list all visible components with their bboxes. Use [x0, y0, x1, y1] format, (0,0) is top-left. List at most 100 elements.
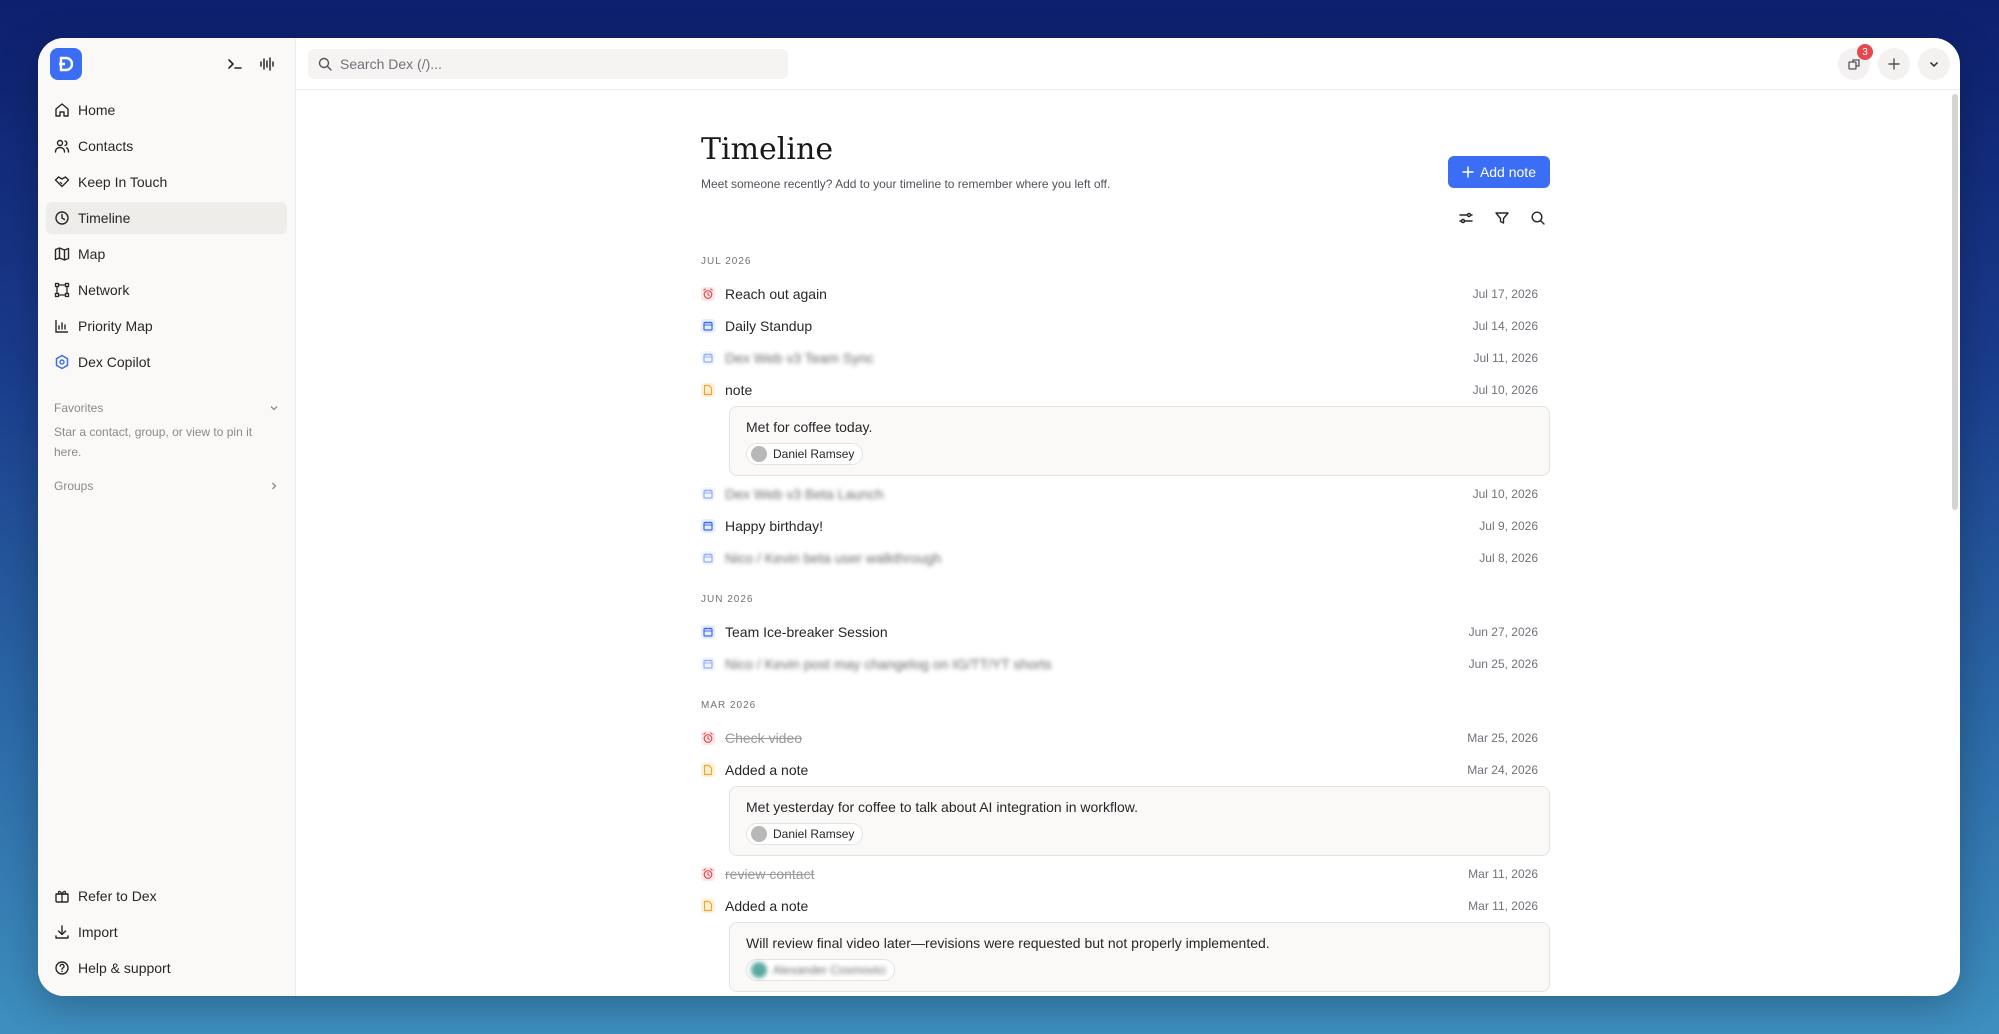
entry-title: Added a note [725, 898, 809, 914]
avatar [751, 446, 767, 462]
dex-logo[interactable] [50, 48, 82, 80]
timeline-entry[interactable]: Dex Web v3 Team Sync Jul 11, 2026 [701, 342, 1550, 374]
chevron-down-icon [270, 406, 278, 411]
add-note-button[interactable]: Add note [1447, 156, 1550, 188]
note-text: Will review final video later—revisions … [746, 935, 1270, 951]
calendar-icon [701, 551, 715, 565]
timeline-entry[interactable]: Reach out again Jul 17, 2026 [701, 278, 1550, 310]
home-icon [55, 103, 69, 117]
entry-date: Jun 27, 2026 [1468, 625, 1538, 639]
note-card[interactable]: Met yesterday for coffee to talk about A… [729, 786, 1550, 856]
nav-item-label: Network [78, 282, 130, 298]
notification-icon [1848, 59, 1860, 70]
chevron-down-icon [1929, 61, 1939, 68]
groups-header[interactable]: Groups [38, 476, 295, 496]
sidebar-item-timeline[interactable]: Timeline [46, 202, 287, 234]
add-note-label: Add note [1479, 164, 1536, 180]
entry-title: Daily Standup [725, 318, 813, 334]
topbar-actions: 3 [1838, 44, 1950, 80]
scrollbar[interactable] [1952, 94, 1958, 510]
month-spacer [701, 680, 1550, 694]
contact-chip[interactable]: Alexander Cosmovici [746, 959, 895, 981]
entry-date: Jul 14, 2026 [1472, 319, 1538, 333]
favorites-label: Favorites [54, 401, 104, 415]
search-bar[interactable] [308, 48, 788, 79]
entry-title: Check video [725, 730, 803, 746]
nav-item-label: Contacts [78, 138, 134, 154]
entry-title: Happy birthday! [725, 518, 824, 534]
handshake-icon [54, 176, 70, 188]
notifications-button[interactable]: 3 [1838, 44, 1873, 80]
sidebar-item-keep-in-touch[interactable]: Keep In Touch [46, 166, 287, 198]
page-subtitle: Meet someone recently? Add to your timel… [701, 177, 1111, 191]
timeline-entry[interactable]: Added a note Mar 24, 2026 [701, 754, 1550, 786]
sidebar-item-map[interactable]: Map [46, 238, 287, 270]
sidebar-item-priority-map[interactable]: Priority Map [46, 310, 287, 342]
timeline-list: JUL 2026 Reach out again Jul 17, 2026 Daily… [701, 250, 1550, 994]
entry-title: Dex Web v3 Team Sync [725, 350, 874, 366]
sidebar-item-import[interactable]: Import [46, 916, 287, 948]
favorites-header[interactable]: Favorites [38, 398, 295, 418]
contact-chip[interactable]: Daniel Ramsey [746, 823, 864, 845]
sidebar-item-home[interactable]: Home [46, 94, 287, 126]
note-icon [701, 763, 715, 777]
entry-date: Jul 10, 2026 [1472, 487, 1538, 501]
sidebar-item-help-support[interactable]: Help & support [46, 952, 287, 984]
entry-date: Jul 11, 2026 [1473, 351, 1539, 365]
timeline-entry[interactable]: note Jul 10, 2026 [701, 374, 1550, 406]
contact-chip[interactable]: Daniel Ramsey [746, 443, 864, 465]
nav-item-label: Keep In Touch [78, 174, 168, 190]
entry-title: note [725, 382, 753, 398]
entry-title: Nico / Kevin beta user walkthrough [725, 550, 942, 566]
filter-icon[interactable] [1490, 206, 1514, 230]
help-icon [55, 961, 69, 975]
sidebar-item-refer-to-dex[interactable]: Refer to Dex [46, 880, 287, 912]
note-card[interactable]: Met for coffee today. Daniel Ramsey [729, 406, 1550, 476]
entry-title: review contact [725, 866, 815, 882]
avatar [751, 826, 767, 842]
nav-item-label: Priority Map [78, 318, 153, 334]
search-icon[interactable] [1526, 206, 1550, 230]
timeline-entry[interactable]: Happy birthday! Jul 9, 2026 [701, 510, 1550, 542]
nav-item-label: Help & support [78, 960, 171, 976]
note-icon [701, 899, 715, 913]
entry-date: Mar 11, 2026 [1468, 867, 1538, 881]
calendar-icon [701, 657, 715, 671]
nav-item-label: Timeline [78, 210, 131, 226]
sidebar: Home Contacts Keep In Touch Timeline Map Netw… [38, 38, 296, 996]
sidebar-header [38, 38, 295, 90]
gift-icon [55, 890, 69, 903]
create-button[interactable] [1878, 48, 1910, 80]
note-text: Met yesterday for coffee to talk about A… [746, 799, 1138, 815]
timeline-entry[interactable]: Check video Mar 25, 2026 [701, 722, 1550, 754]
notification-badge: 3 [1857, 44, 1873, 60]
timeline-entry[interactable]: review contact Mar 11, 2026 [701, 858, 1550, 890]
timeline-entry[interactable]: Daily Standup Jul 14, 2026 [701, 310, 1550, 342]
page-title: Timeline [701, 132, 834, 167]
app-window: Home Contacts Keep In Touch Timeline Map Netw… [38, 38, 1960, 996]
terminal-icon[interactable] [219, 48, 251, 80]
calendar-icon [701, 625, 715, 639]
audio-wave-icon[interactable] [251, 48, 283, 80]
sidebar-item-dex-copilot[interactable]: Dex Copilot [46, 346, 287, 378]
alarm-clock-icon [701, 287, 715, 301]
timeline-entry[interactable]: Nico / Kevin post may changelog on IG/TT… [701, 648, 1550, 680]
contact-name: Daniel Ramsey [773, 827, 855, 841]
sidebar-item-network[interactable]: Network [46, 274, 287, 306]
calendar-icon [701, 351, 715, 365]
entry-date: Jul 17, 2026 [1472, 287, 1538, 301]
sidebar-item-contacts[interactable]: Contacts [46, 130, 287, 162]
account-menu-button[interactable] [1918, 48, 1950, 80]
entry-date: Jul 10, 2026 [1472, 383, 1538, 397]
network-icon [54, 282, 70, 298]
alarm-clock-icon [701, 867, 715, 881]
timeline-entry[interactable]: Nico / Kevin beta user walkthrough Jul 8,… [701, 542, 1550, 574]
note-card[interactable]: Will review final video later—revisions … [729, 922, 1550, 992]
search-input[interactable] [340, 55, 778, 72]
entry-date: Mar 24, 2026 [1467, 763, 1538, 777]
timeline-entry[interactable]: Dex Web v3 Beta Launch Jul 10, 2026 [701, 478, 1550, 510]
timeline-entry[interactable]: Added a note Mar 11, 2026 [701, 890, 1550, 922]
month-spacer [701, 574, 1550, 588]
timeline-entry[interactable]: Team Ice-breaker Session Jun 27, 2026 [701, 616, 1550, 648]
sort-icon[interactable] [1454, 206, 1478, 230]
